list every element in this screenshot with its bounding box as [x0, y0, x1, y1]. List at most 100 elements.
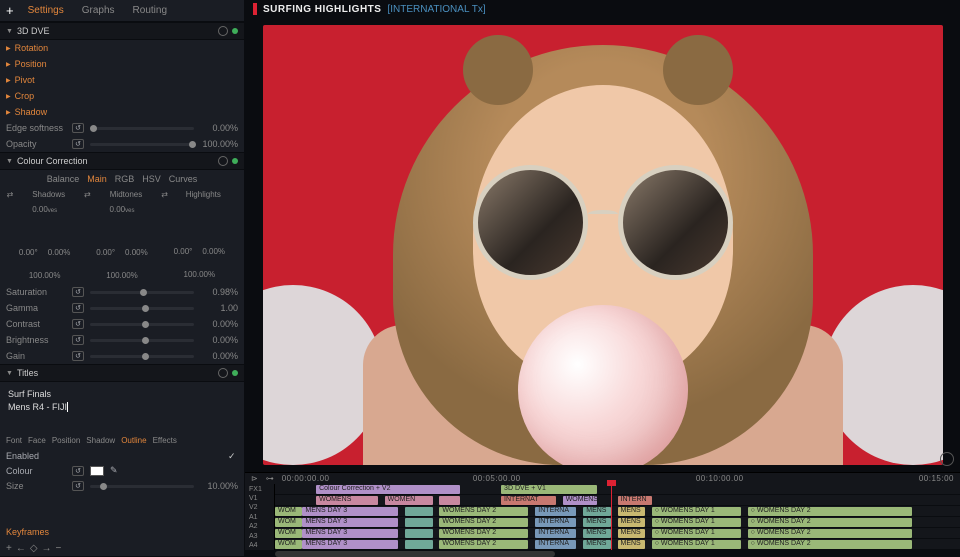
tab-routing[interactable]: Routing [129, 5, 171, 16]
colour-swatch[interactable] [90, 466, 104, 476]
timeline-clip[interactable]: MENS [618, 529, 645, 538]
cc-tab-balance[interactable]: Balance [47, 174, 80, 184]
timeline-clip[interactable]: MENS [618, 540, 645, 549]
link-icon[interactable]: ⇄ [161, 190, 169, 199]
timeline-clip[interactable] [405, 518, 432, 527]
snap-icon[interactable]: ⊳ [251, 474, 258, 483]
title-tab-effects[interactable]: Effects [153, 436, 177, 445]
section-colour-correction[interactable]: ▼ Colour Correction [0, 152, 244, 170]
timeline-clip[interactable] [405, 540, 432, 549]
eyedropper-icon[interactable]: ✎ [110, 465, 118, 476]
timeline-clip[interactable]: MENS [583, 529, 610, 538]
cc-col-highlights[interactable]: Highlights [169, 190, 238, 199]
timeline-clip[interactable]: MENS DAY 3 [302, 507, 398, 516]
timeline-clip[interactable]: ○ WOMENS DAY 2 [748, 540, 912, 549]
dve-prop-shadow[interactable]: ▶Shadow [0, 104, 244, 120]
kf-remove-icon[interactable]: − [56, 543, 62, 554]
timeline-clip[interactable] [405, 529, 432, 538]
link-icon[interactable]: ⊶ [266, 474, 274, 483]
timeline-clip[interactable] [439, 496, 460, 505]
title-tab-outline[interactable]: Outline [121, 436, 146, 445]
timeline-clip[interactable]: ○ WOMENS DAY 1 [652, 529, 741, 538]
timeline-area[interactable]: Colour Correction + V2 3D DVE + V1 WOMENS… [275, 484, 960, 550]
dve-prop-crop[interactable]: ▶Crop [0, 88, 244, 104]
cc-contrast-slider[interactable] [90, 323, 194, 326]
title-text-editor[interactable]: Surf Finals Mens R4 - FIJI [0, 382, 244, 432]
link-icon[interactable]: ⇄ [83, 190, 91, 199]
timeline-ruler[interactable]: ⊳ ⊶ 00:00:00.00 00:05:00.00 00:10:00.00 … [245, 473, 960, 484]
reset-icon[interactable]: ↺ [72, 351, 84, 361]
add-effect-button[interactable]: + [6, 3, 14, 18]
timeline-clip[interactable]: MENS [583, 507, 610, 516]
title-tab-position[interactable]: Position [52, 436, 80, 445]
opacity-slider[interactable] [90, 143, 194, 146]
reset-icon[interactable]: ↺ [72, 466, 84, 476]
link-icon[interactable]: ⇄ [6, 190, 14, 199]
gear-icon[interactable] [218, 26, 228, 36]
reset-icon[interactable]: ↺ [72, 335, 84, 345]
timeline-clip[interactable]: MENS [618, 518, 645, 527]
track-v2[interactable]: WOMMENS DAY 3WOMENS DAY 2INTERNAMENSMENS… [275, 506, 960, 517]
track-label-fx1[interactable]: FX1 [245, 484, 275, 493]
timeline-clip[interactable]: MENS DAY 3 [302, 529, 398, 538]
timeline-clip[interactable]: ○ WOMENS DAY 2 [748, 518, 912, 527]
reset-icon[interactable]: ↺ [72, 303, 84, 313]
timeline-clip[interactable]: INTERNAT [501, 496, 556, 505]
timeline-clip[interactable]: WOM [275, 540, 302, 549]
timeline-clip[interactable]: ○ WOMENS DAY 1 [652, 507, 741, 516]
timeline-clip[interactable]: INTERN [618, 496, 652, 505]
enable-dot[interactable] [232, 370, 238, 376]
track-label-a4[interactable]: A4 [245, 541, 275, 550]
dve-prop-pivot[interactable]: ▶Pivot [0, 72, 244, 88]
cc-brightness-slider[interactable] [90, 339, 194, 342]
track-a1[interactable]: WOMMENS DAY 3WOMENS DAY 2INTERNAMENSMENS… [275, 517, 960, 528]
timeline-clip[interactable]: 3D DVE + V1 [501, 485, 597, 494]
timeline-clip[interactable]: ○ WOMENS DAY 1 [652, 518, 741, 527]
track-label-a3[interactable]: A3 [245, 531, 275, 540]
timeline-clip[interactable]: INTERNA [535, 529, 576, 538]
reset-icon[interactable]: ↺ [72, 319, 84, 329]
timeline-clip[interactable]: WOMEN [385, 496, 433, 505]
quality-toggle-icon[interactable] [940, 452, 954, 466]
timeline-clip[interactable]: WOMENS DAY 2 [439, 507, 528, 516]
reset-icon[interactable]: ↺ [72, 481, 84, 491]
reset-icon[interactable]: ↺ [72, 287, 84, 297]
timeline-clip[interactable]: ○ WOMENS DAY 2 [748, 507, 912, 516]
section-3d-dve[interactable]: ▼ 3D DVE [0, 22, 244, 40]
timeline-clip[interactable]: INTERNA [535, 507, 576, 516]
cc-tab-main[interactable]: Main [87, 174, 107, 184]
timeline-clip[interactable]: MENS [583, 540, 610, 549]
timeline-clip[interactable]: WOMENS DAY 2 [439, 529, 528, 538]
playhead[interactable] [611, 484, 612, 550]
timeline-clip[interactable]: MENS DAY 3 [302, 540, 398, 549]
track-a2[interactable]: WOMMENS DAY 3WOMENS DAY 2INTERNAMENSMENS… [275, 528, 960, 539]
timeline-clip[interactable]: Colour Correction + V2 [316, 485, 460, 494]
cc-saturation-slider[interactable] [90, 291, 194, 294]
timeline-clip[interactable] [405, 507, 432, 516]
cc-gain-slider[interactable] [90, 355, 194, 358]
cc-tab-curves[interactable]: Curves [169, 174, 198, 184]
reset-icon[interactable]: ↺ [72, 123, 84, 133]
timeline-clip[interactable]: MENS DAY 3 [302, 518, 398, 527]
timeline-scrollbar[interactable] [245, 550, 960, 556]
track-label-v1[interactable]: V1 [245, 494, 275, 503]
timeline-clip[interactable]: WOMENS DAY 2 [439, 540, 528, 549]
track-label-a2[interactable]: A2 [245, 522, 275, 531]
reset-icon[interactable]: ↺ [72, 139, 84, 149]
gear-icon[interactable] [218, 368, 228, 378]
timeline-clip[interactable]: ○ WOMENS DAY 2 [748, 529, 912, 538]
kf-next-icon[interactable]: → [42, 543, 52, 554]
cc-col-midtones[interactable]: Midtones [91, 190, 160, 199]
timeline-clip[interactable]: WOMENS [316, 496, 378, 505]
timeline-clip[interactable]: WOMENS [563, 496, 597, 505]
gear-icon[interactable] [218, 156, 228, 166]
size-slider[interactable] [90, 485, 194, 488]
timeline-clip[interactable]: INTERNA [535, 540, 576, 549]
title-tab-shadow[interactable]: Shadow [86, 436, 115, 445]
video-viewer[interactable] [245, 18, 960, 472]
dve-prop-position[interactable]: ▶Position [0, 56, 244, 72]
track-fx1[interactable]: Colour Correction + V2 3D DVE + V1 [275, 484, 960, 495]
track-label-v2[interactable]: V2 [245, 503, 275, 512]
scrollbar-thumb[interactable] [275, 551, 555, 557]
checkbox-icon[interactable]: ✓ [228, 451, 238, 461]
